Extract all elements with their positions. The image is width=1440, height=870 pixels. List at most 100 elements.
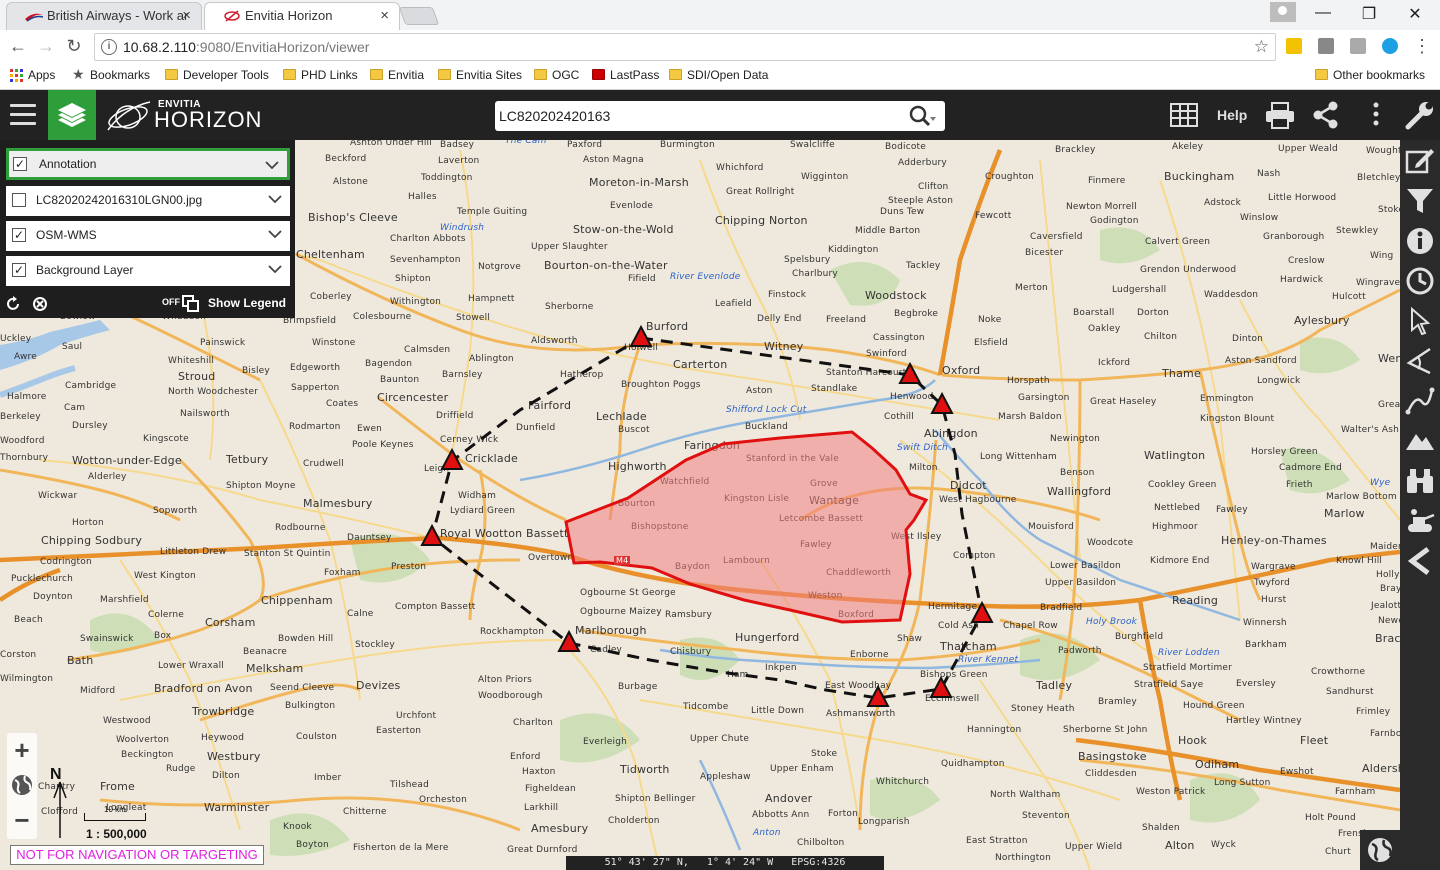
binoculars-icon[interactable] [1404,466,1436,496]
search-input[interactable] [499,105,899,127]
browser-menu-icon[interactable]: ⋮ [1410,36,1434,57]
cursor-coordinates: 51° 43' 27" N, 1° 4' 24" W EPSG:4326 [566,856,884,870]
terrain-icon[interactable] [1404,426,1436,456]
remove-circle-icon[interactable] [32,296,48,312]
tab-close-icon[interactable]: × [182,3,191,29]
vertex-marker[interactable] [557,629,581,652]
layer-checkbox[interactable]: ✓ [12,228,26,242]
extension-icon[interactable] [1318,38,1334,54]
zoom-in-button[interactable]: + [7,733,37,768]
scale-ratio: 1 : 500,000 [86,827,147,841]
route-icon[interactable] [1404,386,1436,416]
chevron-down-icon[interactable] [265,158,279,172]
globe-reset-button[interactable] [7,768,37,803]
forward-button[interactable]: → [34,36,58,57]
tab-british-airways[interactable]: British Airways - Work ar × [6,2,202,30]
apps-icon [10,69,23,82]
chevron-down-icon[interactable] [268,262,282,276]
show-legend-button[interactable]: Show Legend [208,296,286,310]
tab-envitia-horizon[interactable]: Envitia Horizon × [204,2,400,30]
profile-icon[interactable] [1270,2,1296,22]
reload-button[interactable]: ↻ [62,36,86,57]
vertex-marker[interactable] [420,523,444,546]
search-box[interactable] [495,101,945,131]
vertex-marker[interactable] [970,600,994,623]
layer-name: OSM-WMS [36,228,97,242]
bookmark-phd-links[interactable]: PHD Links [283,68,358,82]
bookmarks-bar: Apps ★ Bookmarks Developer Tools PHD Lin… [0,64,1440,90]
vertex-marker[interactable] [629,324,653,347]
collapse-icon[interactable] [1404,546,1436,576]
layer-checkbox[interactable]: ✓ [13,157,27,171]
site-info-icon[interactable]: i [101,39,117,55]
new-tab-button[interactable] [398,7,440,25]
chevron-down-icon[interactable] [268,227,282,241]
more-icon[interactable] [1370,100,1382,130]
globe-button[interactable] [1360,830,1400,870]
layer-row-annotation[interactable]: ✓ Annotation [6,148,290,180]
address-bar[interactable]: i 10.68.2.110:9080/EnvitiaHorizon/viewer… [94,33,1276,61]
filter-icon[interactable] [1404,186,1436,216]
history-icon[interactable] [1404,266,1436,296]
zoom-out-button[interactable]: − [7,803,37,838]
close-window-button[interactable]: ✕ [1400,4,1430,24]
skype-icon[interactable] [1382,38,1398,54]
refresh-icon[interactable] [6,296,22,312]
bookmark-other[interactable]: Other bookmarks [1315,68,1425,82]
layer-checkbox[interactable]: ✓ [12,263,26,277]
bookmark-label: Other bookmarks [1333,68,1426,82]
back-button[interactable]: ← [6,36,30,57]
area-of-interest-polygon[interactable] [564,430,929,624]
edit-icon[interactable] [1404,146,1436,176]
minimize-button[interactable]: — [1308,4,1338,22]
bookmark-apps[interactable]: Apps [10,68,55,82]
bookmark-label: Envitia [388,68,425,82]
logo-main: HORIZON [154,107,263,132]
bookmark-developer-tools[interactable]: Developer Tools [165,68,269,82]
layer-checkbox[interactable] [12,193,26,207]
bookmark-lastpass[interactable]: LastPass [592,68,659,82]
help-button[interactable]: Help [1217,107,1247,123]
legend-toggle-icon[interactable] [182,295,200,313]
hamburger-icon[interactable] [10,104,36,126]
wrench-icon[interactable] [1404,100,1436,130]
folder-icon [438,69,451,80]
bookmark-bookmarks[interactable]: ★ Bookmarks [72,66,150,82]
envitia-horizon-logo: ENVITIA HORIZON [104,96,261,136]
scale-bar-label: 10 km [104,805,126,814]
tab-title: Envitia Horizon [245,8,333,23]
bookmark-star-icon[interactable]: ☆ [1254,37,1269,57]
search-icon[interactable] [907,104,937,128]
vertex-marker[interactable] [929,675,953,698]
bookmark-sdi-open-data[interactable]: SDI/Open Data [669,68,768,82]
extension-icon[interactable] [1286,38,1302,54]
bookmark-ogc[interactable]: OGC [534,68,579,82]
pointer-icon[interactable] [1404,306,1436,336]
chevron-down-icon[interactable] [268,192,282,206]
north-arrow-icon [53,781,67,838]
share-icon[interactable] [1312,100,1340,130]
layer-panel: ✓ Annotation LC82020242016310LGN00.jpg ✓… [0,140,295,318]
measure-angle-icon[interactable] [1404,346,1436,376]
layer-row-osm-wms[interactable]: ✓ OSM-WMS [6,221,290,251]
grid-icon[interactable] [1170,100,1198,130]
layers-button[interactable] [48,90,96,140]
tank-icon[interactable] [1404,506,1436,536]
folder-icon [534,69,547,80]
layer-name: Annotation [39,157,97,171]
layer-row-landsat-image[interactable]: LC82020242016310LGN00.jpg [6,186,290,216]
url-path: :9080/EnvitiaHorizon/viewer [195,39,370,55]
scale-bar [84,813,146,821]
layer-row-background[interactable]: ✓ Background Layer [6,256,290,286]
bookmark-envitia-sites[interactable]: Envitia Sites [438,68,522,82]
vertex-marker[interactable] [440,447,464,470]
print-icon[interactable] [1264,100,1296,130]
bookmark-label: PHD Links [301,68,358,82]
tab-close-icon[interactable]: × [380,3,389,29]
bookmark-envitia[interactable]: Envitia [370,68,424,82]
layer-panel-footer: OFF Show Legend [0,292,295,316]
url-text: 10.68.2.110:9080/EnvitiaHorizon/viewer [123,39,369,55]
info-icon[interactable] [1404,226,1436,256]
extension-icon[interactable] [1350,38,1366,54]
maximize-button[interactable]: ❐ [1354,4,1384,24]
